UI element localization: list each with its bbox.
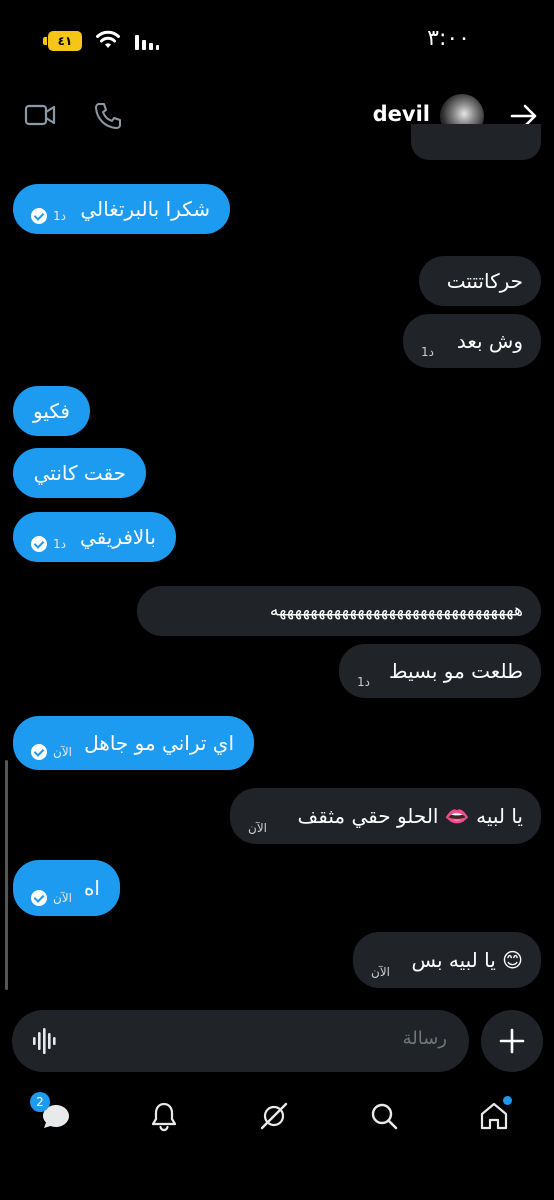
message-text: هههههههههههههههههههههههههههههههه (269, 600, 524, 621)
read-check-icon (31, 890, 47, 906)
message-time: 1د (53, 209, 66, 223)
message-text: بالافريقي (79, 525, 156, 549)
message-meta: الآن (248, 822, 267, 834)
plus-icon (499, 1028, 525, 1054)
message-bubble-outgoing[interactable]: فكيو (13, 386, 90, 436)
message-meta: 1د (421, 346, 434, 358)
message-text: فكيو (33, 399, 70, 423)
message-bubble-incoming[interactable]: طلعت مو بسيط 1د (339, 644, 541, 698)
clock: ٣:٠٠ (427, 26, 470, 51)
message-time: الآن (248, 821, 267, 835)
message-bubble-incoming[interactable]: هههههههههههههههههههههههههههههههه (137, 586, 541, 636)
nav-notifications[interactable] (144, 1096, 184, 1136)
message-time: 1د (421, 345, 434, 359)
unread-badge: 2 (30, 1092, 50, 1112)
message-bubble-partial (411, 124, 541, 160)
nav-search[interactable] (364, 1096, 404, 1136)
message-list[interactable]: شكرا بالبرتغالي 1د حركاتتتت وش بعد 1د فك… (0, 124, 554, 1000)
phone-call-icon[interactable] (93, 101, 123, 131)
message-time: الآن (53, 745, 72, 759)
message-composer (12, 1010, 469, 1072)
scrollbar[interactable] (5, 760, 8, 990)
new-activity-dot (503, 1096, 512, 1105)
message-text: شكرا بالبرتغالي (80, 197, 210, 221)
voice-message-icon[interactable] (32, 1027, 58, 1055)
message-text: يا لبيه بس 😊 (411, 948, 523, 972)
message-meta: الآن (371, 966, 390, 978)
message-meta: 1د (357, 676, 370, 688)
message-bubble-incoming[interactable]: وش بعد 1د (403, 314, 541, 368)
wifi-icon (96, 30, 120, 48)
message-bubble-incoming[interactable]: يا لبيه بس 😊 الآن (353, 932, 541, 988)
message-bubble-incoming[interactable]: حركاتتتت (419, 256, 541, 306)
message-bubble-outgoing[interactable]: اي تراني مو جاهل الآن (13, 716, 254, 770)
read-check-icon (31, 208, 47, 224)
battery-icon: ٤١ (43, 31, 82, 51)
message-time: 1د (357, 675, 370, 689)
message-time: الآن (371, 965, 390, 979)
message-text: اي تراني مو جاهل (84, 731, 234, 755)
signal-icon (135, 35, 159, 50)
message-text: يا لبيه 👄 الحلو حقي مثقف (297, 804, 523, 828)
message-text: وش بعد (456, 329, 523, 353)
message-text: حقت كانتي (33, 461, 126, 485)
message-time: الآن (53, 891, 72, 905)
search-icon (371, 1103, 398, 1130)
read-check-icon (31, 744, 47, 760)
message-meta: 1د (31, 208, 66, 224)
bell-icon (151, 1102, 177, 1132)
battery-level: ٤١ (57, 34, 73, 48)
message-meta: 1د (31, 536, 66, 552)
grok-icon (260, 1102, 288, 1130)
read-check-icon (31, 536, 47, 552)
nav-home[interactable] (474, 1096, 514, 1136)
message-time: 1د (53, 537, 66, 551)
status-bar: ٤١ ٣:٠٠ (0, 0, 554, 80)
bottom-navigation: 2 (0, 1090, 554, 1150)
message-text: حركاتتتت (446, 269, 523, 293)
message-bubble-outgoing[interactable]: اه الآن (13, 860, 120, 916)
nav-grok[interactable] (254, 1096, 294, 1136)
message-text: طلعت مو بسيط (388, 659, 523, 683)
message-bubble-outgoing[interactable]: بالافريقي 1د (13, 512, 176, 562)
message-bubble-incoming[interactable]: يا لبيه 👄 الحلو حقي مثقف الآن (230, 788, 541, 844)
message-input[interactable] (147, 1028, 447, 1049)
message-text: اه (83, 876, 100, 900)
contact-name[interactable]: devil (373, 102, 430, 126)
message-meta: الآن (31, 744, 72, 760)
video-call-icon[interactable] (24, 102, 56, 128)
nav-messages[interactable]: 2 (30, 1092, 76, 1136)
message-meta: الآن (31, 890, 72, 906)
message-bubble-outgoing[interactable]: حقت كانتي (13, 448, 146, 498)
add-attachment-button[interactable] (481, 1010, 543, 1072)
message-bubble-outgoing[interactable]: شكرا بالبرتغالي 1د (13, 184, 230, 234)
